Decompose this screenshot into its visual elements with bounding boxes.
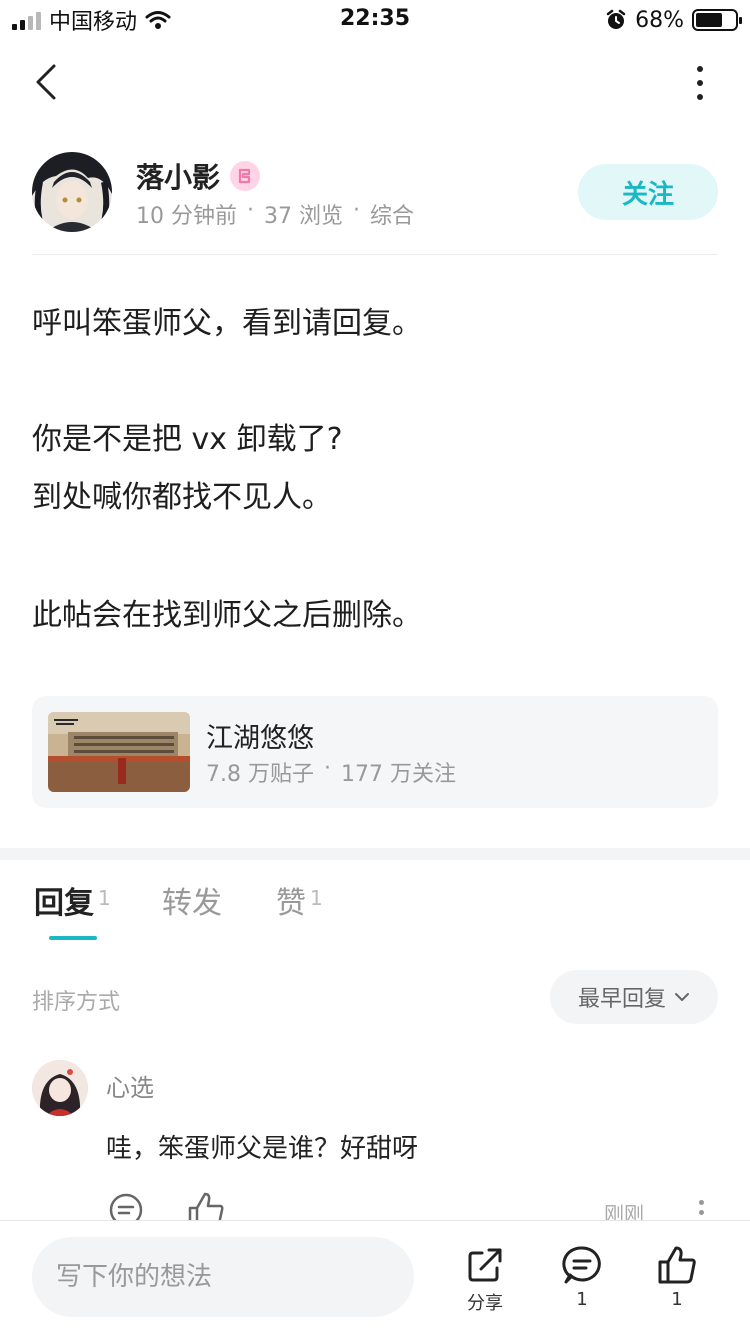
tab-count: 1 (310, 886, 323, 910)
divider (32, 254, 718, 255)
forum-stats: 7.8 万贴子 · 177 万关注 (206, 756, 456, 788)
comment-icon (562, 1246, 601, 1284)
comment-button[interactable]: 1 (547, 1245, 617, 1310)
follow-button[interactable]: 关注 (578, 164, 718, 220)
back-button[interactable] (28, 60, 68, 104)
status-bar: 中国移动 22:35 68% (0, 0, 750, 40)
sort-label: 排序方式 (32, 990, 121, 1015)
tab-count: 1 (98, 886, 111, 910)
forum-follower-count: 177 万关注 (340, 762, 456, 787)
chevron-left-icon (36, 64, 56, 100)
tab-label: 回复 (34, 886, 94, 921)
post-text-line: 到处喊你都找不见人。 (32, 480, 332, 515)
tab-label: 转发 (162, 886, 222, 921)
share-button[interactable]: 分享 (450, 1245, 520, 1315)
reply-input[interactable] (32, 1237, 414, 1317)
bottom-bar: 分享 1 1 (0, 1220, 750, 1334)
post-category: 综合 (370, 204, 415, 229)
share-icon (468, 1248, 502, 1282)
view-count: 37 浏览 (264, 204, 343, 229)
sort-value: 最早回复 (577, 987, 666, 1012)
forum-name: 江湖悠悠 (206, 723, 314, 754)
tab-reposts[interactable]: 转发 (162, 878, 222, 922)
commenter-name[interactable]: 心选 (106, 1068, 154, 1103)
post-time: 10 分钟前 (136, 204, 237, 229)
comment-count: 1 (576, 1289, 588, 1310)
post-text-line: 呼叫笨蛋师父，看到请回复。 (32, 306, 422, 341)
forum-thumbnail (48, 712, 190, 792)
separator-dot: · (323, 756, 331, 781)
alarm-icon (606, 9, 626, 29)
author-name[interactable]: 落小影 (136, 156, 220, 196)
status-right: 68% (605, 6, 742, 34)
thumbs-up-icon (658, 1246, 696, 1284)
tab-likes[interactable]: 赞 1 (276, 878, 323, 922)
like-button[interactable]: 1 (642, 1245, 712, 1310)
battery-icon (692, 9, 742, 31)
share-label: 分享 (467, 1293, 503, 1314)
author-name-row: 落小影 (136, 156, 261, 196)
separator-dot: · (247, 198, 254, 223)
chevron-down-icon (675, 993, 689, 1001)
author-avatar[interactable] (32, 152, 112, 232)
separator-dot: · (353, 198, 360, 223)
section-divider (0, 848, 750, 860)
comment-text: 哇，笨蛋师父是谁？好甜呀 (106, 1134, 419, 1164)
post-text-line: 此帖会在找到师父之后删除。 (32, 598, 422, 633)
author-meta: 10 分钟前 · 37 浏览 · 综合 (136, 198, 414, 230)
forum-card[interactable]: 江湖悠悠 7.8 万贴子 · 177 万关注 (32, 696, 718, 808)
level-badge-icon (230, 161, 261, 191)
battery-percent: 68% (635, 7, 684, 33)
like-count: 1 (671, 1289, 683, 1310)
forum-post-count: 7.8 万贴子 (206, 762, 314, 787)
post-text-line: 你是不是把 vx 卸载了? (32, 422, 343, 457)
more-options-button[interactable] (690, 66, 710, 100)
sort-dropdown[interactable]: 最早回复 (550, 970, 718, 1024)
tab-label: 赞 (276, 886, 306, 921)
commenter-avatar[interactable] (32, 1060, 88, 1116)
tab-replies[interactable]: 回复 1 (34, 878, 111, 922)
active-tab-indicator (49, 936, 97, 940)
